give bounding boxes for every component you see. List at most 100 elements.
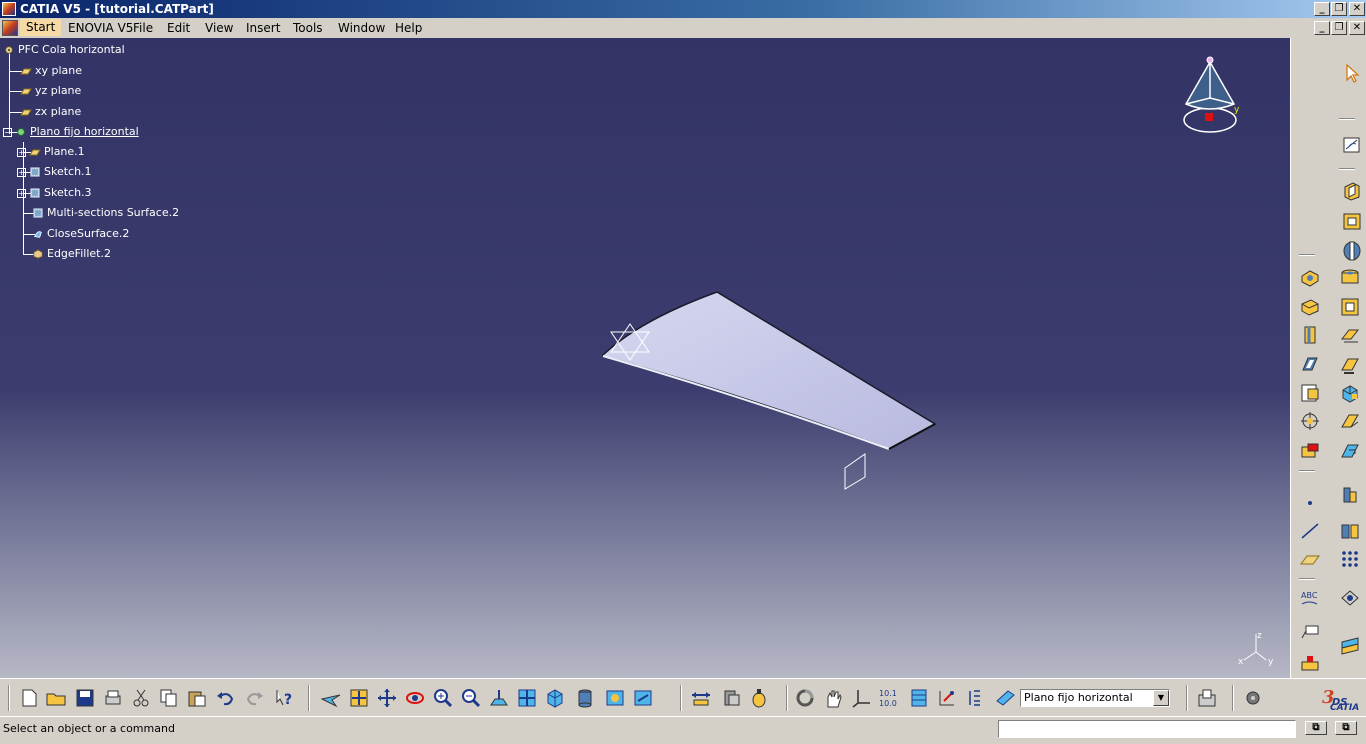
removed-loft-icon[interactable] (1299, 354, 1321, 376)
menu-enovia[interactable]: ENOVIA V5 (68, 21, 133, 35)
wing-model[interactable] (590, 283, 950, 503)
expand-icon[interactable]: + (17, 188, 26, 198)
catia-app-icon[interactable] (2, 2, 16, 16)
minimize-icon[interactable]: _ (1314, 2, 1330, 16)
dropdown-arrow-icon[interactable]: ▼ (1153, 690, 1169, 706)
swap-space-icon[interactable] (632, 687, 654, 709)
command-input[interactable] (998, 720, 1296, 738)
analysis-icon[interactable] (964, 687, 986, 709)
menu-tools[interactable]: Tools (293, 21, 323, 35)
split-icon[interactable] (1339, 634, 1361, 656)
3d-compass-icon[interactable] (994, 687, 1016, 709)
open-icon[interactable] (45, 687, 67, 709)
new-icon[interactable] (18, 687, 40, 709)
annotation-icon[interactable] (1299, 622, 1321, 644)
tree-item-sketch3[interactable]: + Sketch.3 (17, 185, 92, 201)
tree-item-multisection[interactable]: Multi-sections Surface.2 (32, 205, 179, 221)
zoom-out-icon[interactable] (460, 687, 482, 709)
symmetry-icon[interactable] (1339, 520, 1361, 542)
solid-loft-icon[interactable] (1339, 324, 1361, 346)
settings-icon[interactable] (1242, 687, 1264, 709)
undo-icon[interactable] (214, 687, 236, 709)
translation-icon[interactable] (1339, 440, 1361, 462)
menu-edit[interactable]: Edit (167, 21, 190, 35)
tree-root[interactable]: PFC Cola horizontal (3, 42, 125, 58)
expand-icon[interactable]: + (17, 167, 26, 177)
text-icon[interactable]: ABC (1299, 588, 1321, 610)
sketcher-icon[interactable] (1341, 134, 1363, 156)
plane-icon[interactable] (1299, 548, 1321, 570)
stiffener-icon[interactable] (1299, 324, 1321, 346)
shaft-icon[interactable] (1341, 240, 1363, 262)
normal-view-icon[interactable] (488, 687, 510, 709)
point-icon[interactable] (1299, 492, 1321, 514)
measure-item-icon[interactable] (720, 687, 742, 709)
parent-children-icon[interactable] (936, 687, 958, 709)
redo-icon[interactable] (244, 687, 266, 709)
line-icon[interactable] (1299, 520, 1321, 542)
multi-view-icon[interactable] (516, 687, 538, 709)
fillet-icon[interactable] (1299, 410, 1321, 432)
document-icon[interactable] (2, 20, 18, 36)
pan-icon[interactable] (376, 687, 398, 709)
hide-show-icon[interactable] (604, 687, 626, 709)
draft-icon[interactable] (1299, 382, 1321, 404)
tree-item-edgefillet[interactable]: EdgeFillet.2 (32, 246, 111, 262)
doc-minimize-icon[interactable]: _ (1314, 21, 1330, 35)
measure-inertia-icon[interactable] (748, 687, 770, 709)
doc-close-icon[interactable]: ✕ (1349, 21, 1365, 35)
thread-icon[interactable] (1299, 440, 1321, 462)
cut-icon[interactable] (130, 687, 152, 709)
measure-between-icon[interactable] (690, 687, 712, 709)
3d-viewport[interactable]: PFC Cola horizontal xy plane yz plane zx… (0, 38, 1290, 678)
grid-icon[interactable] (908, 687, 930, 709)
tree-item-body[interactable]: − Plano fijo horizontal (3, 124, 139, 140)
slot-icon[interactable] (1339, 296, 1361, 318)
paste-icon[interactable] (186, 687, 208, 709)
groove-icon[interactable] (1299, 266, 1321, 288)
mirror-icon[interactable] (1339, 588, 1361, 610)
power-input-icon[interactable]: ⧉ (1335, 721, 1357, 735)
shell-icon[interactable] (1339, 382, 1361, 404)
close-icon[interactable]: ✕ (1349, 2, 1365, 16)
rotate-icon[interactable] (404, 687, 426, 709)
constraint-icon[interactable]: 10.110.0 (878, 687, 900, 709)
hole-icon[interactable] (1339, 266, 1361, 288)
compass-icon[interactable]: y (1178, 54, 1242, 138)
expand-icon[interactable]: + (17, 147, 26, 157)
zoom-in-icon[interactable] (432, 687, 454, 709)
manipulation-icon[interactable] (822, 687, 844, 709)
tree-item-xy-plane[interactable]: xy plane (20, 63, 82, 79)
fly-mode-icon[interactable] (320, 687, 342, 709)
fit-all-icon[interactable] (348, 687, 370, 709)
select-icon[interactable] (1341, 62, 1363, 84)
view-mode-icon[interactable] (574, 687, 596, 709)
menu-start[interactable]: Start (20, 19, 62, 36)
menu-file[interactable]: File (133, 21, 153, 35)
chamfer-icon[interactable] (1339, 410, 1361, 432)
whats-this-icon[interactable]: ? (274, 687, 296, 709)
rotation-icon[interactable] (1339, 484, 1361, 506)
pocket-icon[interactable] (1341, 210, 1363, 232)
update-icon[interactable] (794, 687, 816, 709)
rib-icon[interactable] (1299, 296, 1321, 318)
tree-item-zx-plane[interactable]: zx plane (20, 104, 81, 120)
axis-system-icon[interactable] (850, 687, 872, 709)
pattern-icon[interactable] (1339, 548, 1361, 570)
tree-item-yz-plane[interactable]: yz plane (20, 83, 81, 99)
copy-icon[interactable] (158, 687, 180, 709)
print-icon[interactable] (102, 687, 124, 709)
current-body-select[interactable]: Plano fijo horizontal ▼ (1020, 689, 1170, 707)
create-body-icon[interactable] (1196, 687, 1218, 709)
pad-icon[interactable] (1341, 180, 1363, 202)
thickness-icon[interactable] (1339, 354, 1361, 376)
doc-restore-icon[interactable]: ❐ (1331, 21, 1347, 35)
tree-item-closesurface[interactable]: CloseSurface.2 (32, 226, 129, 242)
tree-item-plane1[interactable]: + Plane.1 (17, 144, 85, 160)
tree-item-sketch1[interactable]: + Sketch.1 (17, 164, 92, 180)
collapse-icon[interactable]: − (3, 127, 12, 137)
command-list-icon[interactable]: ⧉ (1305, 721, 1327, 735)
menu-window[interactable]: Window (338, 21, 385, 35)
menu-insert[interactable]: Insert (246, 21, 280, 35)
menu-help[interactable]: Help (395, 21, 422, 35)
